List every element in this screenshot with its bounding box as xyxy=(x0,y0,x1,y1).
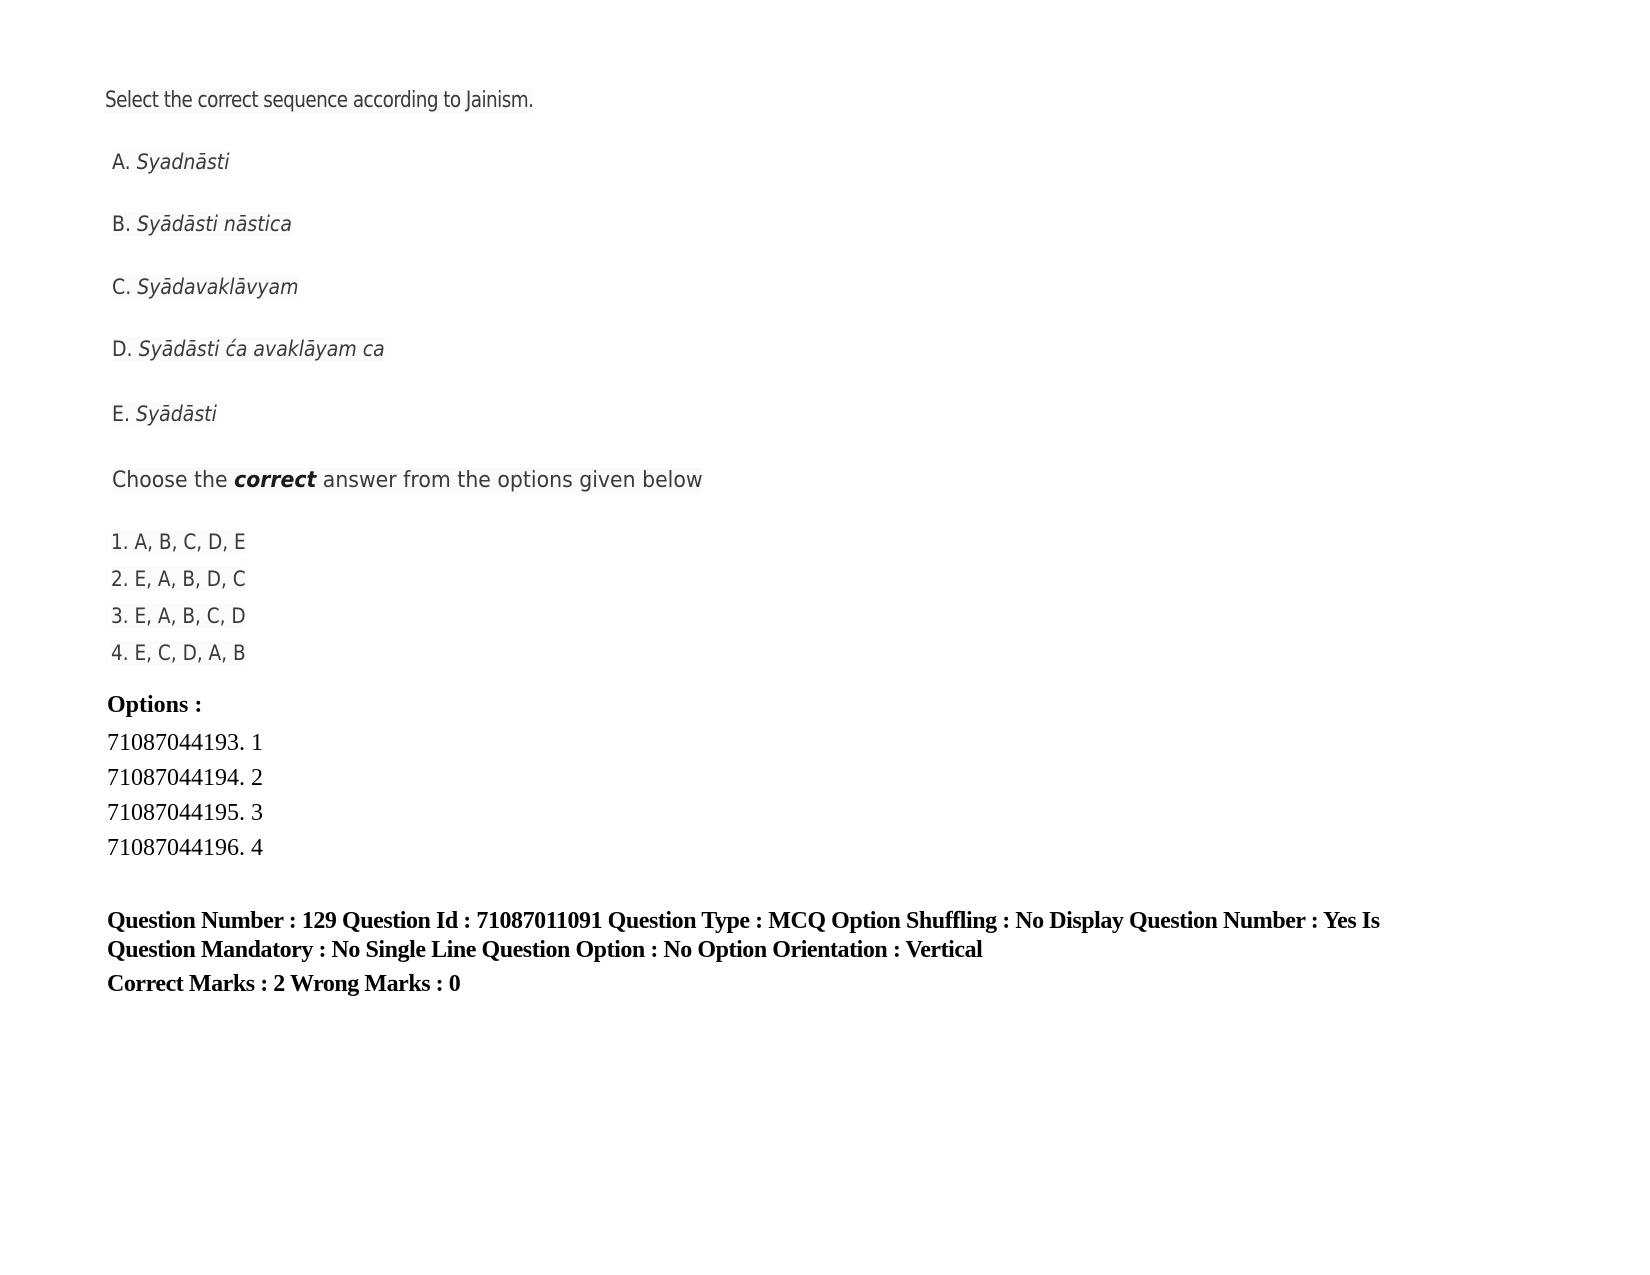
sequence-choice-2: 2. E, A, B, D, C xyxy=(111,567,246,591)
options-heading: Options : xyxy=(107,692,203,718)
option-item-3: 71087044195. 3 xyxy=(107,800,263,826)
statement-label: B. xyxy=(112,212,131,236)
statement-a: A. Syadnāsti xyxy=(112,150,230,174)
statement-label: E. xyxy=(112,402,130,426)
statement-c: C. Syādavaklāvyam xyxy=(112,275,299,299)
option-item-4: 71087044196. 4 xyxy=(107,835,263,861)
question-metadata-line-2: Question Mandatory : No Single Line Ques… xyxy=(107,937,983,963)
statement-e: E. Syādāsti xyxy=(112,402,217,426)
instruction-emphasis: correct xyxy=(234,468,317,493)
question-stem: Select the correct sequence according to… xyxy=(105,88,534,113)
statement-d: D. Syādāsti ća avaklāyam ca xyxy=(112,337,385,361)
marks-line: Correct Marks : 2 Wrong Marks : 0 xyxy=(107,971,461,997)
instruction-after: answer from the options given below xyxy=(316,468,703,493)
sequence-choice-4: 4. E, C, D, A, B xyxy=(111,641,246,665)
statement-term: Syādāsti xyxy=(135,402,217,426)
statement-label: A. xyxy=(112,150,131,174)
sequence-choice-3: 3. E, A, B, C, D xyxy=(111,604,246,628)
sequence-choice-1: 1. A, B, C, D, E xyxy=(111,530,246,554)
statement-b: B. Syādāsti nāstica xyxy=(112,212,292,236)
statement-label: C. xyxy=(112,275,132,299)
answer-instruction: Choose the correct answer from the optio… xyxy=(112,468,703,493)
statement-term: Syādāsti nāstica xyxy=(137,212,292,236)
question-metadata-line-1: Question Number : 129 Question Id : 7108… xyxy=(107,908,1380,934)
statement-term: Syadnāsti xyxy=(136,150,230,174)
option-item-1: 71087044193. 1 xyxy=(107,730,263,756)
statement-label: D. xyxy=(112,337,133,361)
option-item-2: 71087044194. 2 xyxy=(107,765,263,791)
statement-term: Syādavaklāvyam xyxy=(137,275,299,299)
instruction-before: Choose the xyxy=(112,468,235,493)
statement-term: Syādāsti ća avaklāyam ca xyxy=(138,337,385,361)
